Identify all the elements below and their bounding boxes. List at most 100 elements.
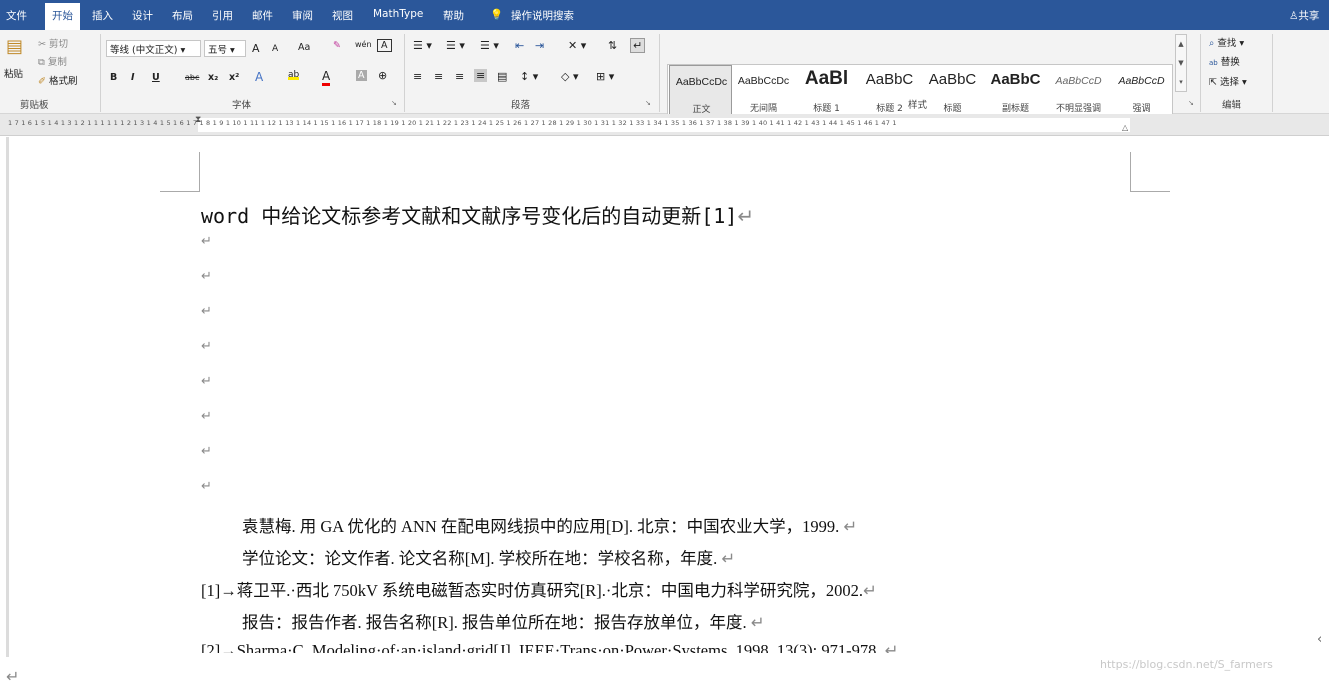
italic-button[interactable]: I: [131, 72, 135, 83]
clear-formatting-icon[interactable]: ✎: [333, 40, 341, 51]
bullets-icon[interactable]: ☰ ▾: [413, 39, 432, 52]
enclose-characters-button[interactable]: ⊕: [378, 69, 387, 82]
lightbulb-icon: 💡: [490, 9, 504, 21]
format-painter-button[interactable]: ✐ 格式刷: [38, 73, 78, 87]
tab-file[interactable]: 文件: [6, 8, 27, 23]
bold-button[interactable]: B: [110, 72, 117, 83]
grow-font-button[interactable]: A: [252, 42, 260, 55]
highlight-color-button[interactable]: ab: [288, 70, 300, 80]
phonetic-guide-button[interactable]: wén: [355, 40, 372, 49]
font-dialog-launcher-icon[interactable]: ↘: [391, 99, 397, 107]
style-heading-2[interactable]: AaBbC 标题 2: [858, 65, 921, 121]
borders-icon[interactable]: ⊞ ▾: [596, 70, 614, 83]
character-shading-button[interactable]: A: [356, 70, 367, 81]
shrink-font-button[interactable]: A: [272, 44, 278, 54]
tab-references[interactable]: 引用: [212, 8, 233, 23]
align-left-icon[interactable]: ≡: [413, 70, 422, 83]
style-subtle-emphasis[interactable]: AaBbCcD 不明显强调: [1047, 65, 1110, 121]
tab-layout[interactable]: 布局: [172, 8, 193, 23]
multilevel-list-icon[interactable]: ☰ ▾: [480, 39, 499, 52]
font-size-select[interactable]: 五号 ▾: [204, 40, 246, 57]
cursor-icon: ⇱: [1209, 77, 1217, 88]
group-divider: [1200, 34, 1201, 112]
styles-dialog-launcher-icon[interactable]: ↘: [1188, 99, 1194, 107]
select-button[interactable]: ⇱ 选择 ▾: [1209, 74, 1247, 88]
decrease-indent-icon[interactable]: ⇤: [515, 39, 524, 52]
style-emphasis[interactable]: AaBbCcD 强调: [1110, 65, 1173, 121]
paragraph-group-label: 段落: [511, 100, 531, 111]
tab-insert[interactable]: 插入: [92, 8, 113, 23]
reference-line: [1]→蒋卫平.·西北 750kV 系统电磁暂态实时仿真研究[R].·北京：中国…: [201, 581, 877, 600]
tab-review[interactable]: 审阅: [292, 8, 313, 23]
font-name-select[interactable]: 等线 (中文正文) ▾: [106, 40, 201, 57]
paragraph-mark: ↵: [201, 304, 212, 319]
share-button[interactable]: ♙共享: [1289, 8, 1319, 23]
subscript-button[interactable]: x₂: [208, 72, 218, 83]
numbering-icon[interactable]: ☰ ▾: [446, 39, 465, 52]
superscript-button[interactable]: x²: [229, 72, 239, 83]
sort-icon[interactable]: ⇅: [608, 39, 617, 52]
brush-icon: ✐: [38, 76, 46, 87]
font-color-button[interactable]: A: [322, 69, 331, 86]
tab-design[interactable]: 设计: [132, 8, 153, 23]
reference-line: 学位论文：论文作者. 论文名称[M]. 学校所在地：学校名称，年度. ↵: [242, 549, 736, 568]
ribbon-tab-bar: 文件 开始 插入 设计 布局 引用 邮件 审阅 视图 MathType 帮助 💡…: [0, 0, 1329, 30]
style-heading-1[interactable]: AaBl 标题 1: [795, 65, 858, 121]
editing-group-label: 编辑: [1222, 100, 1242, 111]
align-center-icon[interactable]: ≡: [434, 70, 443, 83]
reference-line: [2]→Sharma·C. Modeling·of·an·island·grid…: [201, 641, 899, 653]
find-button[interactable]: ⌕ 查找 ▾: [1209, 35, 1244, 49]
tab-mailings[interactable]: 邮件: [252, 8, 273, 23]
style-no-spacing[interactable]: AaBbCcDc 无间隔: [732, 65, 795, 121]
watermark: https://blog.csdn.net/S_farmers: [1100, 658, 1273, 671]
cut-button[interactable]: ✂ 剪切: [38, 36, 68, 50]
paste-button[interactable]: 粘贴: [4, 66, 23, 80]
styles-group-label: 样式: [908, 100, 928, 111]
document-canvas[interactable]: word 中给论文标参考文献和文献序号变化后的自动更新[1]↵ ↵ ↵ ↵ ↵ …: [0, 137, 1329, 687]
line-spacing-icon[interactable]: ↕ ▾: [520, 70, 538, 83]
paragraph-mark: ↵: [201, 234, 212, 249]
chinese-layout-icon[interactable]: ✕ ▾: [568, 39, 586, 52]
show-marks-icon[interactable]: ↵: [630, 38, 646, 53]
copy-button[interactable]: ⧉ 复制: [38, 54, 67, 68]
reference-line: 袁慧梅. 用 GA 优化的 ANN 在配电网线损中的应用[D]. 北京：中国农业…: [242, 517, 858, 536]
copy-icon: ⧉: [38, 57, 45, 68]
tab-view[interactable]: 视图: [332, 8, 353, 23]
change-case-button[interactable]: Aa: [298, 42, 310, 53]
tab-home[interactable]: 开始: [45, 3, 80, 30]
increase-indent-icon[interactable]: ⇥: [535, 39, 544, 52]
replace-icon: ab: [1209, 59, 1218, 67]
shading-icon[interactable]: ◇ ▾: [561, 70, 578, 83]
reference-line: 报告：报告作者. 报告名称[R]. 报告单位所在地：报告存放单位，年度. ↵: [242, 613, 765, 632]
indent-marker-icon[interactable]: ⧗: [195, 115, 201, 125]
margin-corner-mark: [160, 152, 200, 192]
distribute-icon[interactable]: ▤: [497, 70, 507, 83]
paragraph-mark: ↵: [201, 269, 212, 284]
paragraph-mark: ↵: [201, 339, 212, 354]
underline-button[interactable]: U: [152, 72, 160, 83]
style-subtitle[interactable]: AaBbC 副标题: [984, 65, 1047, 121]
paragraph-mark: ↵: [201, 374, 212, 389]
style-title[interactable]: AaBbC 标题: [921, 65, 984, 121]
style-normal[interactable]: AaBbCcDc 正文: [669, 65, 732, 121]
ruler-ticks: 1 7 1 6 1 5 1 4 1 3 1 2 1 1 1 1 1 1 2 1 …: [8, 119, 897, 127]
character-border-button[interactable]: A: [377, 39, 392, 52]
person-icon: ♙: [1289, 10, 1299, 22]
tab-help[interactable]: 帮助: [443, 8, 464, 23]
styles-scroll[interactable]: ▲ ▼ ▾: [1175, 34, 1187, 92]
collapse-arrow-icon[interactable]: ‹: [1317, 632, 1322, 647]
tab-mathtype[interactable]: MathType: [373, 8, 423, 20]
align-right-icon[interactable]: ≡: [455, 70, 464, 83]
horizontal-ruler[interactable]: 1 7 1 6 1 5 1 4 1 3 1 2 1 1 1 1 1 1 2 1 …: [0, 114, 1329, 136]
right-indent-marker-icon[interactable]: △: [1122, 123, 1128, 132]
text-effects-button[interactable]: A: [255, 70, 263, 84]
justify-icon[interactable]: ≡: [474, 69, 488, 82]
clipboard-group-label: 剪贴板: [20, 100, 49, 111]
strikethrough-button[interactable]: abc: [185, 73, 199, 82]
tell-me-search[interactable]: 操作说明搜索: [511, 8, 574, 23]
replace-button[interactable]: ab 替换: [1209, 54, 1240, 68]
vertical-ruler: [6, 137, 9, 657]
group-divider: [404, 34, 405, 112]
paragraph-dialog-launcher-icon[interactable]: ↘: [645, 99, 651, 107]
search-icon: ⌕: [1209, 38, 1215, 49]
